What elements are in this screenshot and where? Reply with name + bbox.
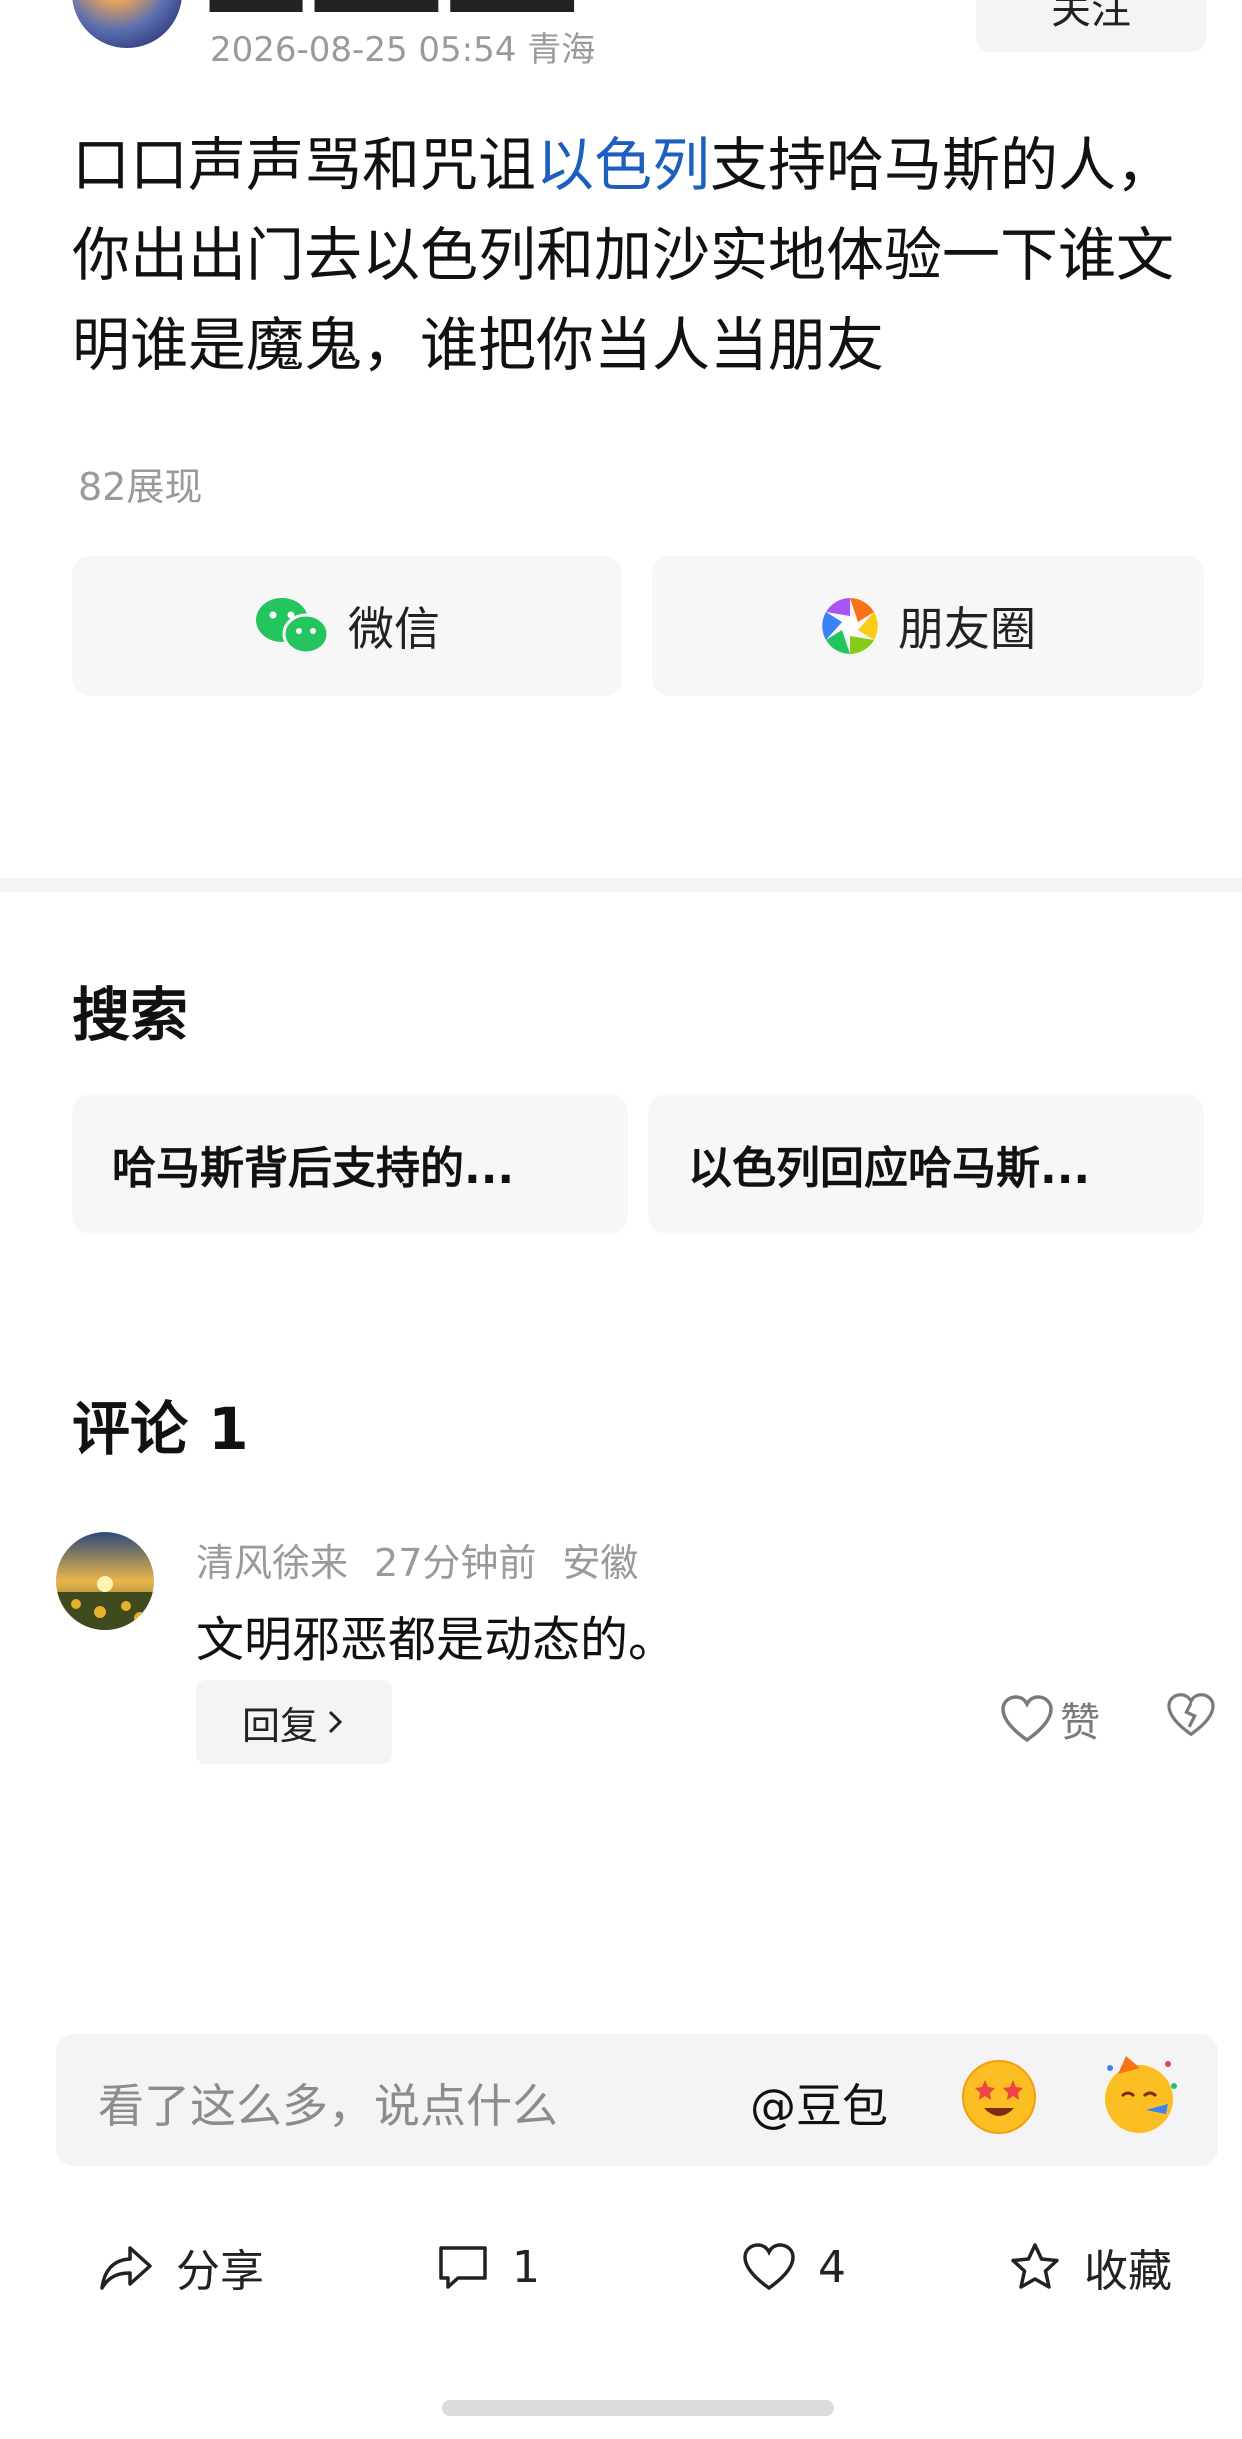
post-text-before: 口口声声骂和咒诅 bbox=[72, 131, 537, 199]
comment-dislike-button[interactable] bbox=[1166, 1692, 1216, 1742]
comment-bubble-icon bbox=[439, 2246, 487, 2289]
bottom-comment-button[interactable]: 1 bbox=[436, 2232, 540, 2302]
comment-time: 27分钟前 bbox=[374, 1541, 537, 1585]
post-meta: 2026-08-25 05:54 青海 bbox=[210, 22, 595, 71]
comment-input-placeholder[interactable]: 看了这么多，说点什么 bbox=[98, 2070, 558, 2136]
share-wechat-button[interactable]: 微信 bbox=[72, 556, 622, 696]
share-wechat-label: 微信 bbox=[348, 602, 440, 656]
search-section-title: 搜索 bbox=[72, 981, 189, 1049]
post-content: 口口声声骂和咒诅以色列支持哈马斯的人，你出出门去以色列和加沙实地体验一下谁文明谁… bbox=[72, 120, 1212, 390]
post-location: 青海 bbox=[527, 30, 596, 70]
moments-icon bbox=[822, 598, 878, 654]
bottom-like-count: 4 bbox=[818, 2241, 846, 2293]
post-datetime: 2026-08-25 05:54 bbox=[210, 30, 517, 70]
author-avatar[interactable] bbox=[72, 0, 182, 48]
author-name[interactable]: ▆▆▆ ▆▆▆▆ ▆▆▆▆ bbox=[210, 0, 574, 12]
bottom-like-button[interactable]: 4 bbox=[742, 2232, 846, 2302]
reply-label: 回复 bbox=[241, 1703, 318, 1748]
comment-like-button[interactable]: 赞 bbox=[1000, 1690, 1100, 1748]
comment-location: 安徽 bbox=[562, 1541, 639, 1585]
wechat-icon bbox=[256, 598, 330, 655]
bottom-favorite-label: 收藏 bbox=[1084, 2246, 1172, 2297]
view-count: 82展现 bbox=[78, 465, 203, 509]
bottom-share-button[interactable]: 分享 bbox=[98, 2232, 264, 2302]
search-suggestion[interactable]: 以色列回应哈马斯... bbox=[648, 1094, 1204, 1234]
comments-title: 评论 1 bbox=[72, 1395, 249, 1463]
star-eyes-emoji-icon[interactable] bbox=[960, 2058, 1038, 2136]
share-moments-label: 朋友圈 bbox=[898, 602, 1036, 656]
section-divider bbox=[0, 878, 1242, 892]
share-arrow-icon bbox=[100, 2246, 152, 2290]
heart-icon bbox=[1001, 1695, 1053, 1743]
share-moments-button[interactable]: 朋友圈 bbox=[652, 556, 1204, 696]
home-indicator[interactable] bbox=[442, 2400, 834, 2416]
comment-text: 文明邪恶都是动态的。 bbox=[196, 1612, 677, 1668]
topic-link[interactable]: 以色列 bbox=[536, 131, 710, 199]
bottom-favorite-button[interactable]: 收藏 bbox=[1008, 2232, 1172, 2302]
at-doubao-button[interactable]: @豆包 bbox=[750, 2070, 888, 2136]
follow-button[interactable]: 关注 bbox=[976, 0, 1206, 52]
comment-like-label: 赞 bbox=[1060, 1700, 1100, 1746]
comment-meta: 清风徐来 27分钟前 安徽 bbox=[196, 1532, 638, 1587]
heart-icon bbox=[743, 2243, 795, 2291]
party-emoji-icon[interactable] bbox=[1096, 2052, 1182, 2138]
reply-button[interactable]: 回复 bbox=[196, 1680, 392, 1764]
star-icon bbox=[1011, 2243, 1059, 2289]
commenter-avatar[interactable] bbox=[56, 1532, 154, 1630]
broken-heart-icon bbox=[1167, 1693, 1215, 1737]
bottom-share-label: 分享 bbox=[176, 2246, 264, 2297]
search-suggestion[interactable]: 哈马斯背后支持的... bbox=[72, 1094, 628, 1234]
bottom-comment-count: 1 bbox=[512, 2241, 540, 2293]
commenter-name[interactable]: 清风徐来 bbox=[196, 1532, 348, 1587]
chevron-right-icon bbox=[328, 1710, 343, 1734]
